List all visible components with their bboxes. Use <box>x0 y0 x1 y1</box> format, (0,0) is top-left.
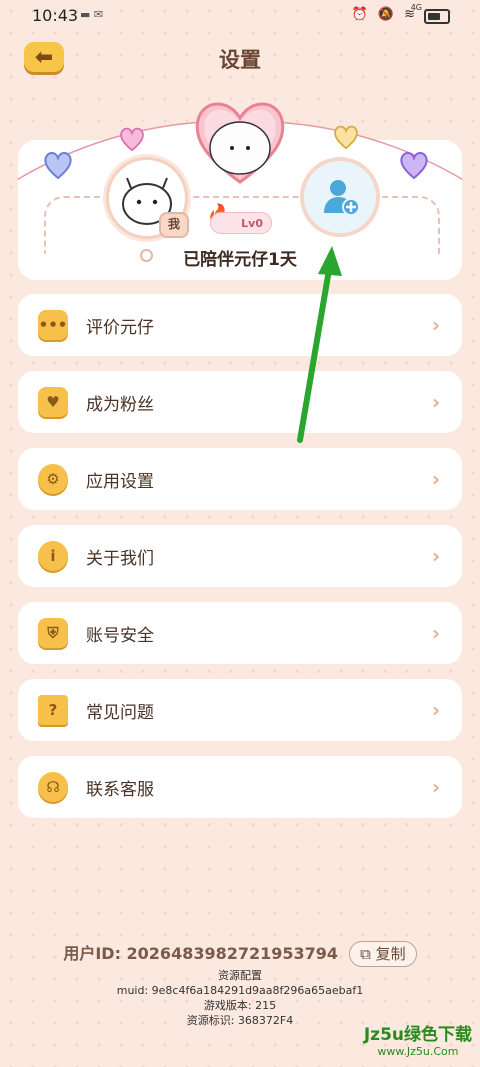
heart-icon: ♥ <box>38 387 68 417</box>
heart-icon-right-purple <box>400 152 428 180</box>
add-user-icon <box>324 180 360 216</box>
gear-icon: ⚙ <box>38 464 68 494</box>
menu-label: 成为粉丝 <box>86 394 154 415</box>
shield-user-icon: ⛨ <box>38 618 68 648</box>
heart-icon-left-blue <box>44 152 72 180</box>
user-id: 用户ID: 2026483982721953794 <box>63 944 339 963</box>
headset-icon: ☊ <box>38 772 68 802</box>
heart-icon-yellow <box>334 125 358 150</box>
copy-button[interactable]: ⧉ 复制 <box>349 941 417 967</box>
system-icons: ⏰ 🔕 ≋ <box>351 7 418 22</box>
menu-item-fan[interactable]: ♥ 成为粉丝 › <box>18 371 462 433</box>
add-companion-button[interactable] <box>300 157 380 237</box>
level-badge: Lv0 <box>210 212 272 234</box>
menu-item-support[interactable]: ☊ 联系客服 › <box>18 756 462 818</box>
heart-icon-pink <box>120 127 144 152</box>
network-type: 4G <box>410 3 422 12</box>
user-id-row: 用户ID: 2026483982721953794 ⧉ 复制 <box>0 940 480 967</box>
chevron-right-icon: › <box>431 390 441 414</box>
question-icon: ? <box>38 695 68 725</box>
copy-icon: ⧉ <box>360 945 371 963</box>
status-time: 10:43 <box>32 6 79 25</box>
chat-icon: ••• <box>38 310 68 340</box>
status-bar: 10:43 ▬ ✉ ⏰ 🔕 ≋ 4G <box>0 0 480 34</box>
watermark-url: www.Jz5u.Com <box>377 1045 459 1058</box>
companion-days: 已陪伴元仔1天 <box>183 250 297 270</box>
info-icon: i <box>38 541 68 571</box>
menu-item-rate[interactable]: ••• 评价元仔 › <box>18 294 462 356</box>
chevron-right-icon: › <box>431 698 441 722</box>
menu-item-account-security[interactable]: ⛨ 账号安全 › <box>18 602 462 664</box>
menu-item-faq[interactable]: ? 常见问题 › <box>18 679 462 741</box>
muid: muid: 9e8c4f6a184291d9aa8f296a65aebaf1 <box>116 984 364 997</box>
chevron-right-icon: › <box>431 621 441 645</box>
watermark-title: Jz5u绿色下载 <box>363 1025 472 1045</box>
menu-label: 评价元仔 <box>86 317 154 338</box>
companion-avatar[interactable] <box>190 96 290 186</box>
menu-label: 联系客服 <box>86 779 154 800</box>
chevron-right-icon: › <box>431 313 441 337</box>
battery-icon <box>424 9 450 24</box>
menu-item-about[interactable]: i 关于我们 › <box>18 525 462 587</box>
game-version: 游戏版本: 215 <box>203 999 277 1012</box>
chevron-right-icon: › <box>431 467 441 491</box>
menu-label: 应用设置 <box>86 471 154 492</box>
chevron-right-icon: › <box>431 544 441 568</box>
chevron-right-icon: › <box>431 775 441 799</box>
resource-config: 资源配置 <box>218 969 262 982</box>
watermark: Jz5u绿色下载 www.Jz5u.Com <box>364 1020 472 1058</box>
annotation-arrow <box>297 246 342 443</box>
menu-label: 关于我们 <box>86 548 154 569</box>
menu-item-app-settings[interactable]: ⚙ 应用设置 › <box>18 448 462 510</box>
copy-label: 复制 <box>375 945 406 963</box>
menu-label: 账号安全 <box>86 625 154 646</box>
me-badge: 我 <box>159 212 189 238</box>
notification-icons: ▬ ✉ <box>80 8 104 21</box>
menu-label: 常见问题 <box>86 702 154 723</box>
page-title: 设置 <box>219 48 261 72</box>
